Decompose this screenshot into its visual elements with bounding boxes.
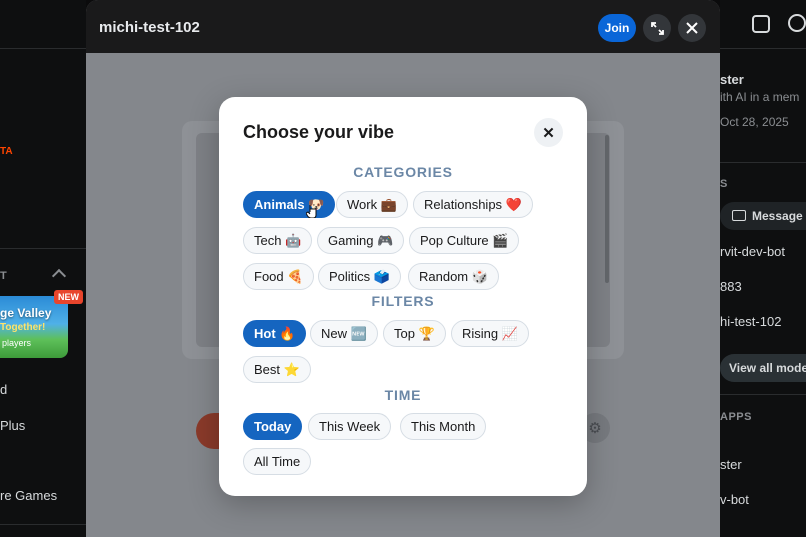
- sidebar-item[interactable]: Plus: [0, 418, 25, 433]
- close-icon[interactable]: ✕: [534, 118, 563, 147]
- app-item[interactable]: ster: [720, 457, 742, 472]
- apps-section-label: APPS: [720, 411, 752, 423]
- category-chip-politics[interactable]: Politics 🗳️: [318, 263, 401, 290]
- message-mods-button[interactable]: Message M: [720, 202, 806, 230]
- category-chip-relationships[interactable]: Relationships ❤️: [413, 191, 533, 218]
- sidebar-section-label: T: [0, 270, 8, 282]
- view-all-label: View all moder: [729, 361, 806, 375]
- chat-icon[interactable]: [788, 14, 806, 32]
- owner-description: ith AI in a mem: [720, 90, 800, 104]
- divider: [720, 394, 806, 395]
- hand-cursor-icon: [306, 205, 317, 218]
- mod-item[interactable]: 883: [720, 279, 742, 294]
- mods-section-label: S: [720, 178, 728, 190]
- sidebar-orange-label: TA: [0, 146, 13, 157]
- owner-date: Oct 28, 2025: [720, 115, 789, 129]
- time-chip-all-time[interactable]: All Time: [243, 448, 312, 475]
- filter-chip-top[interactable]: Top 🏆: [383, 320, 446, 347]
- divider: [720, 48, 806, 49]
- left-sidebar: TA T ge Valley Together! players NEW d P…: [0, 0, 86, 537]
- category-chip-tech[interactable]: Tech 🤖: [243, 227, 313, 254]
- divider: [720, 162, 806, 163]
- filter-chip-new[interactable]: New 🆕: [310, 320, 378, 347]
- dialog-title: Choose your vibe: [243, 122, 395, 142]
- categories-heading: CATEGORIES: [353, 164, 453, 180]
- new-badge: NEW: [54, 290, 83, 304]
- game-card[interactable]: ge Valley Together! players: [0, 296, 68, 358]
- vibe-dialog: Choose your vibe ✕ CATEGORIES Animals 🐶 …: [219, 97, 587, 496]
- scrollbar: [605, 135, 609, 283]
- category-chip-animals[interactable]: Animals 🐶: [243, 191, 336, 218]
- owner-name: ster: [720, 72, 744, 87]
- window-title: michi-test-102: [99, 19, 200, 36]
- category-chip-gaming[interactable]: Gaming 🎮: [317, 227, 405, 254]
- game-card-players: players: [2, 338, 32, 348]
- close-icon-glyph: [686, 22, 698, 34]
- category-chip-work[interactable]: Work 💼: [336, 191, 408, 218]
- time-chip-this-month[interactable]: This Month: [400, 413, 487, 440]
- expand-icon[interactable]: [643, 14, 671, 42]
- divider: [0, 48, 86, 49]
- close-icon[interactable]: [678, 14, 706, 42]
- sidebar-item[interactable]: d: [0, 382, 7, 397]
- divider: [0, 524, 86, 525]
- mod-item[interactable]: rvit-dev-bot: [720, 244, 785, 259]
- category-chip-food[interactable]: Food 🍕: [243, 263, 315, 290]
- expand-icon-glyph: [650, 21, 664, 35]
- category-chip-pop-culture[interactable]: Pop Culture 🎬: [409, 227, 520, 254]
- join-button[interactable]: Join: [598, 14, 636, 42]
- sidebar-item[interactable]: re Games: [0, 488, 57, 503]
- filter-chip-hot[interactable]: Hot 🔥: [243, 320, 307, 347]
- time-chip-this-week[interactable]: This Week: [308, 413, 392, 440]
- time-chip-today[interactable]: Today: [243, 413, 303, 440]
- message-mods-label: Message M: [752, 209, 806, 223]
- filter-chip-rising[interactable]: Rising 📈: [451, 320, 529, 347]
- divider: [0, 248, 86, 249]
- window-header: michi-test-102 Join: [86, 0, 720, 53]
- mod-item[interactable]: hi-test-102: [720, 314, 781, 329]
- time-heading: TIME: [384, 387, 422, 403]
- chevron-up-icon[interactable]: [51, 268, 67, 284]
- game-card-title: ge Valley: [0, 306, 52, 320]
- category-chip-random[interactable]: Random 🎲: [408, 263, 499, 290]
- app-item[interactable]: v-bot: [720, 492, 749, 507]
- right-sidebar: ster ith AI in a mem Oct 28, 2025 S Mess…: [720, 0, 806, 537]
- ad-icon[interactable]: [752, 15, 770, 33]
- filters-heading: FILTERS: [371, 293, 435, 309]
- view-all-moderators-button[interactable]: View all moder: [720, 354, 806, 382]
- game-card-subtitle: Together!: [0, 322, 46, 333]
- filter-chip-best[interactable]: Best ⭐: [243, 356, 311, 383]
- mail-icon: [732, 210, 746, 221]
